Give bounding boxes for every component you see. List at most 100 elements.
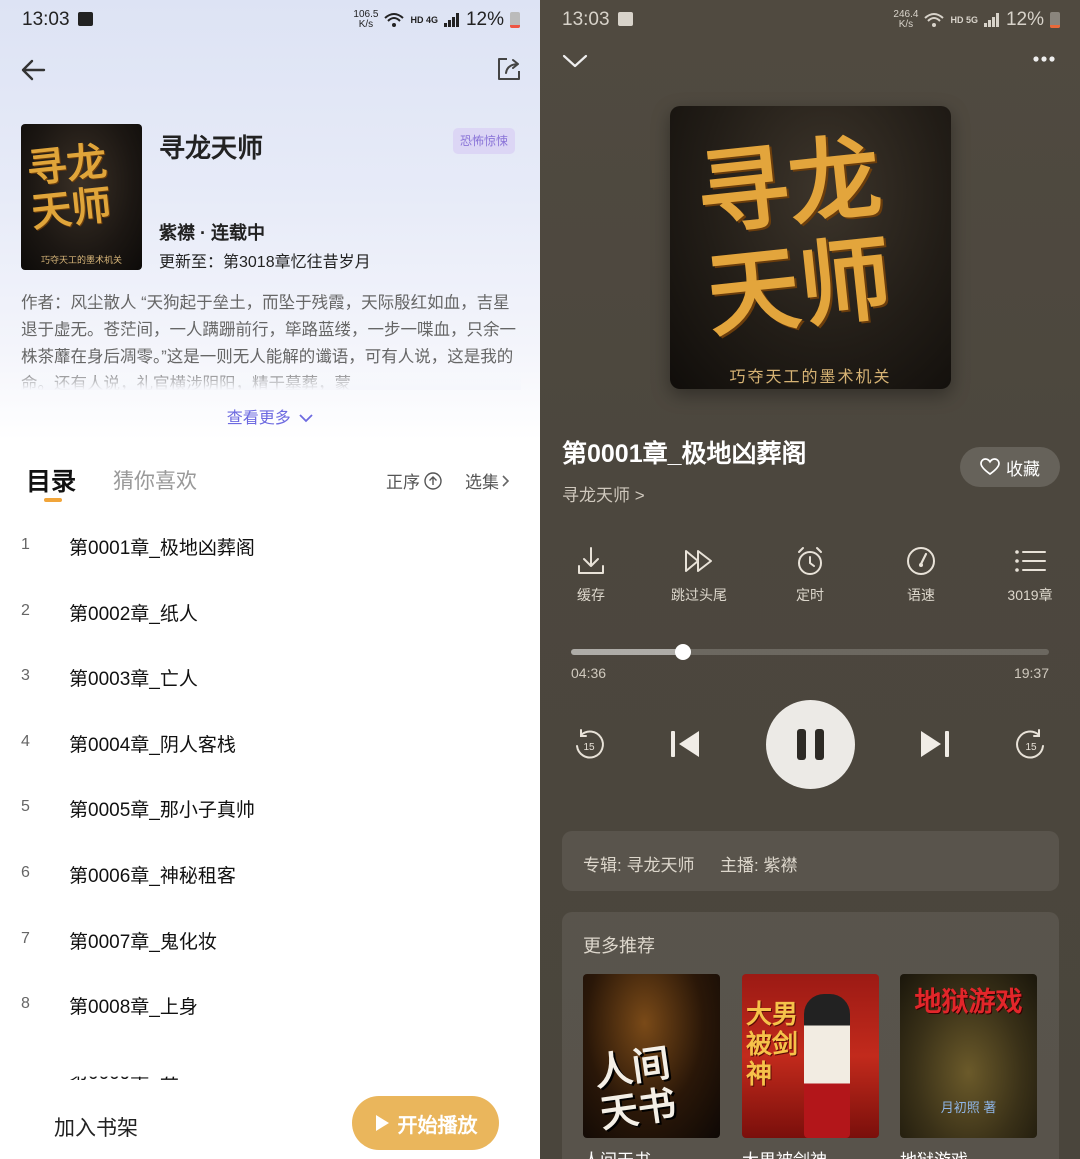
chapter-row[interactable]: 4 第0004章_阴人客栈 <box>0 709 540 775</box>
wifi-icon <box>924 13 945 27</box>
pick-label: 选集 <box>465 473 499 492</box>
fast-forward-icon <box>685 550 712 572</box>
rewind-15-icon[interactable]: 15 <box>572 728 606 762</box>
chapter-number: 5 <box>21 798 30 816</box>
expand-description-button[interactable]: 查看更多 <box>0 404 540 428</box>
chapter-title: 第0004章_阴人客栈 <box>69 734 236 756</box>
chapter-row[interactable]: 5 第0005章_那小子真帅 <box>0 774 540 840</box>
timer-button[interactable]: 定时 <box>760 545 860 605</box>
skip-intro-outro-button[interactable]: 跳过头尾 <box>649 545 749 605</box>
chapter-row[interactable]: 6 第0006章_神秘租客 <box>0 840 540 906</box>
chapter-row[interactable]: 3 第0003章_亡人 <box>0 643 540 709</box>
recommendation-cover-author: 月初照 著 <box>940 1100 997 1115</box>
recommendation-item[interactable]: 地狱游戏 月初照 著 地狱游戏 <box>900 974 1037 1159</box>
recommendation-cover: 人间天书 <box>583 974 720 1138</box>
cover-title-art: 寻龙天师 <box>24 137 114 237</box>
tab-recommend[interactable]: 猜你喜欢 <box>113 465 197 495</box>
more-icon[interactable] <box>1032 52 1056 66</box>
select-episodes-button[interactable]: 选集 <box>465 468 511 493</box>
chapter-list: 1 第0001章_极地凶葬阁 2 第0002章_纸人 3 第0003章_亡人 4 第00… <box>0 512 540 1102</box>
progress-fill <box>571 649 684 655</box>
now-playing-title: 第0001章_极地凶葬阁 <box>562 440 807 468</box>
timer-label: 定时 <box>796 587 824 603</box>
book-description: 作者：风尘散人 “天狗起于垒土，而坠于残霞，天际殷红如血，吉星退于虚无。苍茫间，… <box>21 290 521 390</box>
progress-thumb[interactable] <box>675 644 692 660</box>
sort-order-button[interactable]: 正序 <box>386 468 442 493</box>
chevron-down-icon[interactable] <box>562 52 588 70</box>
player-actions: 缓存 跳过头尾 定时 语速 3019章 <box>540 545 1080 615</box>
add-to-shelf-button[interactable]: 加入书架 <box>54 1112 138 1142</box>
cover-subtitle: 巧夺天工的墨术机关 <box>729 369 892 386</box>
recommendation-cover-text: 地狱游戏 <box>914 987 1023 1018</box>
network-type: HD 5G <box>950 15 978 25</box>
expand-label: 查看更多 <box>226 410 291 427</box>
genre-tag[interactable]: 恐怖惊悚 <box>453 128 516 154</box>
cover-title-art: 寻龙天师 <box>691 122 897 351</box>
speed-button[interactable]: 语速 <box>871 545 971 605</box>
player-screen: 13:03 246.4 K/s HD 5G 12% 寻龙天师 巧夺天工的墨术机关… <box>540 0 1080 1159</box>
status-bar: 13:03 246.4 K/s HD 5G 12% <box>540 0 1080 40</box>
signal-icon <box>983 13 999 27</box>
speed-unit: K/s <box>898 19 914 30</box>
play-icon <box>375 1115 389 1131</box>
next-track-icon[interactable] <box>918 728 952 760</box>
author-status: 紫襟 · 连载中 <box>159 223 265 243</box>
network-type: HD 4G <box>410 15 438 25</box>
chapter-row[interactable]: 7 第0007章_鬼化妆 <box>0 906 540 972</box>
gallery-icon <box>618 12 633 26</box>
chapter-row[interactable]: 2 第0002章_纸人 <box>0 578 540 644</box>
chapter-row[interactable]: 8 第0008章_上身 <box>0 971 540 1037</box>
recommendation-name: 大男被剑神 <box>742 1146 879 1159</box>
recommendations-card: 更多推荐 人间天书 人间天书 大男被剑神 大男被剑神 地狱游戏 月初照 著 地狱… <box>562 912 1059 1159</box>
share-icon[interactable] <box>496 56 522 82</box>
sort-up-icon <box>424 471 442 490</box>
network-speed: 106.5 K/s <box>353 10 378 30</box>
chapter-number: 2 <box>21 601 30 619</box>
forward-15-icon[interactable]: 15 <box>1014 728 1048 762</box>
host-name[interactable]: 主播: 紫襟 <box>720 851 797 876</box>
battery-icon <box>510 12 520 28</box>
pause-icon <box>797 729 824 760</box>
latest-update: 更新至：第3018章忆往昔岁月 <box>159 254 371 271</box>
playback-progress-bar[interactable] <box>571 644 1049 660</box>
speed-unit: K/s <box>358 19 374 30</box>
playback-controls: 15 15 <box>540 700 1080 790</box>
detail-tabs: 目录 猜你喜欢 正序 选集 <box>0 458 540 508</box>
current-time: 04:36 <box>571 665 607 681</box>
download-button[interactable]: 缓存 <box>541 545 641 605</box>
chapter-number: 6 <box>21 863 30 881</box>
pause-button[interactable] <box>766 700 855 789</box>
album-link[interactable]: 寻龙天师 > <box>562 481 645 506</box>
battery-icon <box>1050 12 1060 28</box>
chapter-count-label: 3019章 <box>1007 587 1053 603</box>
chapter-title: 第0002章_纸人 <box>69 603 198 625</box>
chapter-title: 第0001章_极地凶葬阁 <box>69 538 255 559</box>
tab-toc[interactable]: 目录 <box>26 462 76 498</box>
chapter-number: 1 <box>21 536 30 553</box>
favorite-label: 收藏 <box>1006 459 1040 479</box>
status-time: 13:03 <box>562 9 610 30</box>
wifi-icon <box>384 13 405 27</box>
speedometer-icon <box>907 547 935 575</box>
recommendation-name: 地狱游戏 <box>900 1146 1037 1159</box>
album-name[interactable]: 专辑: 寻龙天师 <box>583 851 694 876</box>
playlist-button[interactable]: 3019章 <box>980 545 1080 605</box>
download-icon <box>578 547 604 574</box>
chapter-row[interactable]: 1 第0001章_极地凶葬阁 <box>0 512 540 578</box>
network-speed: 246.4 K/s <box>893 10 918 30</box>
recommendation-item[interactable]: 人间天书 人间天书 <box>583 974 720 1159</box>
chapter-title: 第0003章_亡人 <box>69 669 198 691</box>
recommendation-name: 人间天书 <box>583 1146 720 1159</box>
status-time: 13:03 <box>22 9 70 30</box>
cover-subtitle: 巧夺天工的墨术机关 <box>40 255 122 265</box>
start-play-button[interactable]: 开始播放 <box>352 1096 499 1150</box>
book-cover[interactable]: 寻龙天师 巧夺天工的墨术机关 <box>21 124 142 270</box>
chapter-number: 4 <box>21 732 30 750</box>
heart-icon <box>980 458 1000 476</box>
favorite-button[interactable]: 收藏 <box>960 447 1060 487</box>
recommendation-item[interactable]: 大男被剑神 大男被剑神 <box>742 974 879 1159</box>
battery-level: 12% <box>465 9 504 30</box>
recommendation-cover-text: 大男被剑神 <box>746 1000 799 1090</box>
back-arrow-icon[interactable] <box>20 58 46 82</box>
previous-track-icon[interactable] <box>668 728 702 760</box>
